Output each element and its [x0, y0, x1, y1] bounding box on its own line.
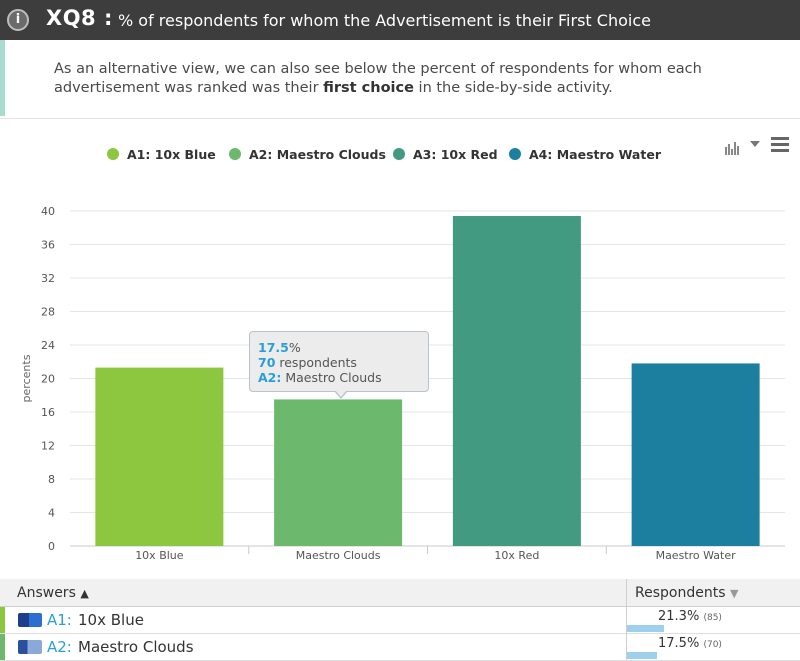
intro-accent-bar: [0, 40, 5, 116]
y-tick-label: 32: [41, 272, 55, 285]
chevron-down-icon[interactable]: [750, 141, 760, 147]
question-title: % of respondents for whom the Advertisem…: [118, 11, 651, 30]
tooltip-respondents-line: 70 respondents: [258, 355, 428, 370]
column-divider: [626, 579, 627, 660]
row-count: (85): [703, 613, 722, 623]
tooltip-respondents-count: 70: [258, 355, 276, 370]
row-accent: [0, 634, 5, 660]
x-tick-label: 10x Blue: [135, 549, 184, 562]
tooltip-value: 17.5: [258, 340, 289, 355]
sort-up-icon: ▲: [80, 587, 89, 600]
row-percent-bar: [627, 625, 664, 632]
chart-tooltip: 17.5% 70 respondents A2: Maestro Clouds: [249, 331, 429, 392]
y-tick-label: 0: [48, 540, 55, 553]
legend-label: A4: Maestro Water: [529, 147, 662, 162]
y-tick-label: 12: [41, 440, 55, 453]
intro-text-after: in the side-by-side activity.: [413, 80, 613, 96]
x-tick-label: 10x Red: [494, 549, 539, 562]
x-tick-label: Maestro Water: [656, 549, 737, 562]
row-percent-value: 21.3%: [658, 609, 700, 624]
legend-marker: [509, 148, 521, 160]
intro-bold: first choice: [323, 80, 414, 96]
respondents-column-label: Respondents: [635, 585, 726, 601]
tooltip-respondents-label: respondents: [275, 355, 357, 370]
y-tick-label: 20: [41, 373, 55, 386]
answers-column-label: Answers: [17, 585, 76, 601]
tooltip-series-code: A2:: [258, 370, 282, 385]
bar: [274, 399, 403, 546]
y-tick-label: 16: [41, 406, 55, 419]
chart-type-icon[interactable]: [725, 136, 743, 155]
y-tick-label: 24: [41, 339, 55, 352]
y-tick-label: 4: [48, 507, 55, 520]
legend-label: A2: Maestro Clouds: [249, 147, 386, 162]
y-tick-label: 8: [48, 473, 55, 486]
question-header: i XQ8 : % of respondents for whom the Ad…: [0, 0, 800, 40]
row-percent: 17.5% (70): [658, 636, 722, 651]
intro-text: As an alternative view, we can also see …: [54, 60, 784, 98]
hamburger-menu-icon[interactable]: [771, 137, 789, 152]
y-tick-label: 28: [41, 306, 55, 319]
row-percent-value: 17.5%: [658, 636, 700, 651]
y-tick-label: 36: [41, 239, 55, 252]
tooltip-series-line: A2: Maestro Clouds: [258, 370, 428, 385]
legend-marker: [229, 148, 241, 160]
row-label: Maestro Clouds: [78, 638, 194, 656]
info-icon[interactable]: i: [7, 9, 29, 31]
tooltip-value-line: 17.5%: [258, 340, 428, 355]
row-percent-bar: [627, 652, 657, 659]
question-code: XQ8 :: [46, 6, 113, 30]
row-code: A2:: [47, 638, 72, 656]
ad-thumbnail-icon: [18, 613, 42, 627]
row-count: (70): [703, 640, 722, 650]
table-row[interactable]: A1: 10x Blue 21.3% (85): [0, 607, 800, 634]
legend-marker: [393, 148, 405, 160]
y-axis-label: percents: [20, 354, 33, 402]
legend-label: A1: 10x Blue: [127, 147, 216, 162]
y-tick-label: 40: [41, 205, 55, 218]
table-row[interactable]: A2: Maestro Clouds 17.5% (70): [0, 634, 800, 661]
bar: [631, 363, 760, 546]
sort-down-icon: ▼: [729, 587, 739, 600]
tooltip-value-unit: %: [288, 340, 301, 355]
legend-marker: [107, 148, 119, 160]
legend-label: A3: 10x Red: [413, 147, 498, 162]
ad-thumbnail-icon: [18, 640, 42, 654]
row-code: A1:: [47, 611, 72, 629]
bar: [95, 367, 224, 546]
answers-table-header: Answers ▲ Respondents ▼: [0, 579, 800, 607]
tooltip-series-label: Maestro Clouds: [281, 370, 382, 385]
row-label: 10x Blue: [78, 611, 144, 629]
row-percent: 21.3% (85): [658, 609, 722, 624]
bar: [452, 216, 581, 546]
respondents-column-header[interactable]: Respondents ▼: [635, 585, 738, 601]
answers-column-header[interactable]: Answers ▲: [17, 585, 89, 601]
x-tick-label: Maestro Clouds: [296, 549, 381, 562]
tooltip-tail-inner: [335, 390, 347, 397]
row-accent: [0, 607, 5, 633]
